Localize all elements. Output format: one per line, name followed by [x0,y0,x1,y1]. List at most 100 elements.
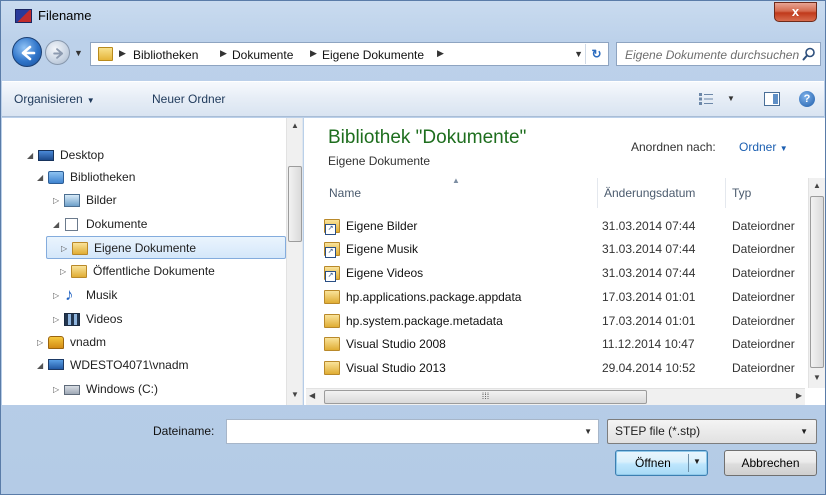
file-name[interactable]: hp.applications.package.appdata [346,285,521,309]
breadcrumb-bibliotheken[interactable]: Bibliotheken [133,48,198,62]
breadcrumb-separator-icon[interactable]: ▶ [310,48,317,59]
search-placeholder[interactable]: Eigene Dokumente durchsuchen [625,48,799,62]
file-row[interactable]: Eigene Videos 31.03.2014 07:44 Dateiordn… [322,261,822,285]
recent-pages-dropdown[interactable]: ▼ [74,48,83,58]
forward-button[interactable] [45,40,70,65]
address-dropdown-icon[interactable]: ▼ [574,49,583,59]
tree-label[interactable]: Öffentliche Dokumente [93,260,215,283]
tree-item-bibliotheken[interactable]: ◢ Bibliotheken [37,166,287,189]
file-name[interactable]: Visual Studio 2008 [346,332,446,356]
tree-item-musik[interactable]: ▷ Musik [53,283,287,307]
tree-label[interactable]: Videos [86,308,122,331]
arrange-by-dropdown[interactable]: Ordner ▼ [739,140,788,154]
view-options-dropdown-icon[interactable]: ▼ [727,94,735,103]
tree-label[interactable]: Bilder [86,189,117,212]
chevron-down-icon[interactable]: ▼ [780,144,788,153]
file-row[interactable]: Eigene Musik 31.03.2014 07:44 Dateiordne… [322,237,822,261]
scroll-left-icon[interactable]: ◀ [309,391,315,400]
file-list-scrollbar[interactable]: ▲ ▼ [808,178,825,388]
file-name[interactable]: Eigene Bilder [346,214,417,238]
file-name[interactable]: hp.system.package.metadata [346,309,503,333]
tree-label[interactable]: WDESTO4071\vnadm [70,354,189,377]
file-name[interactable]: Eigene Videos [346,261,423,285]
tree-label[interactable]: Musik [86,284,117,307]
open-button[interactable]: Öffnen ▼ [615,450,708,476]
breadcrumb-separator-icon[interactable]: ▶ [220,48,227,59]
search-box[interactable]: Eigene Dokumente durchsuchen [616,42,821,66]
new-folder-button[interactable]: Neuer Ordner [152,92,225,106]
arrange-by-value[interactable]: Ordner [739,140,776,154]
column-header-date[interactable]: Änderungsdatum [598,178,726,208]
file-row[interactable]: hp.applications.package.appdata 17.03.20… [322,285,822,309]
tree-item-videos[interactable]: ▷ Videos [53,308,287,331]
scroll-up-icon[interactable]: ▲ [287,121,302,130]
scroll-down-icon[interactable]: ▼ [287,390,302,399]
organize-label[interactable]: Organisieren [14,92,83,106]
scroll-up-icon[interactable]: ▲ [809,181,825,190]
tree-item-bilder[interactable]: ▷ Bilder [53,189,287,212]
file-list-pane[interactable]: Bibliothek "Dokumente" Eigene Dokumente … [304,118,825,405]
breadcrumb-separator-icon[interactable]: ▶ [437,48,444,59]
collapsed-arrow-icon[interactable]: ▷ [53,189,59,212]
tree-item-computer[interactable]: ◢ WDESTO4071\vnadm [37,354,287,377]
title-bar[interactable]: Filename x [1,1,825,31]
chevron-down-icon[interactable]: ▼ [693,457,701,466]
tree-item-vnadm[interactable]: ▷ vnadm [37,331,287,354]
collapsed-arrow-icon[interactable]: ▷ [37,331,43,354]
filetype-value[interactable]: STEP file (*.stp) [615,424,700,438]
tree-item-dokumente[interactable]: ◢ Dokumente [53,213,287,236]
navigation-pane[interactable]: ◢ Desktop ◢ Bibliotheken ▷ Bilder ◢ Doku… [2,118,303,405]
tree-label[interactable]: Eigene Dokumente [94,237,196,260]
horizontal-scrollbar[interactable]: ◀ ⁞⁞⁞ ▶ [306,388,805,405]
collapsed-arrow-icon[interactable]: ▷ [53,378,59,401]
scroll-down-icon[interactable]: ▼ [809,373,825,382]
file-name[interactable]: Eigene Musik [346,237,418,261]
file-row[interactable]: hp.system.package.metadata 17.03.2014 01… [322,309,822,333]
back-button[interactable] [12,37,42,67]
view-options-icon[interactable] [699,93,713,105]
cancel-button[interactable]: Abbrechen [724,450,817,476]
help-icon[interactable]: ? [799,91,815,107]
file-row[interactable]: Eigene Bilder 31.03.2014 07:44 Dateiordn… [322,214,822,238]
file-name[interactable]: Visual Studio 2013 [346,356,446,380]
refresh-icon[interactable]: ↻ [585,44,607,64]
tree-item-desktop[interactable]: ◢ Desktop [27,144,287,167]
column-header-name[interactable]: Name [323,178,598,208]
expanded-arrow-icon[interactable]: ◢ [37,354,43,377]
address-bar[interactable]: ▶ Bibliotheken ▶ Dokumente ▶ Eigene Doku… [90,42,609,66]
chevron-down-icon[interactable]: ▼ [800,420,808,443]
breadcrumb-separator-icon[interactable]: ▶ [119,48,126,59]
scrollbar-thumb[interactable] [810,196,824,368]
scrollbar-thumb[interactable]: ⁞⁞⁞ [324,390,647,404]
expanded-arrow-icon[interactable]: ◢ [37,166,43,189]
scrollbar-thumb[interactable] [288,166,302,242]
tree-label[interactable]: Desktop [60,144,104,167]
tree-item-eigene-dokumente[interactable]: ▷ Eigene Dokumente [46,236,286,259]
collapsed-arrow-icon[interactable]: ▷ [53,308,59,331]
preview-pane-icon[interactable] [764,92,780,106]
filename-input[interactable]: ▼ [226,419,599,444]
breadcrumb-eigene-dokumente[interactable]: Eigene Dokumente [322,48,424,62]
tree-label[interactable]: vnadm [70,331,106,354]
open-label[interactable]: Öffnen [635,456,671,470]
organize-menu[interactable]: Organisieren ▼ [14,92,95,106]
tree-label[interactable]: Windows (C:) [86,378,158,401]
expanded-arrow-icon[interactable]: ◢ [53,213,59,236]
tree-item-oeffentliche-dokumente[interactable]: ▷ Öffentliche Dokumente [60,260,287,283]
tree-label[interactable]: Dokumente [86,213,147,236]
collapsed-arrow-icon[interactable]: ▷ [53,284,59,307]
column-header-type[interactable]: Typ [726,178,808,208]
tree-item-windows-c[interactable]: ▷ Windows (C:) [53,378,287,401]
file-row[interactable]: Visual Studio 2013 29.04.2014 10:52 Date… [322,356,822,380]
file-row[interactable]: Visual Studio 2008 11.12.2014 10:47 Date… [322,332,822,356]
search-icon[interactable] [802,47,816,61]
collapsed-arrow-icon[interactable]: ▷ [60,260,66,283]
scroll-right-icon[interactable]: ▶ [796,391,802,400]
close-button[interactable]: x [774,2,817,22]
breadcrumb-dokumente[interactable]: Dokumente [232,48,293,62]
collapsed-arrow-icon[interactable]: ▷ [61,237,67,260]
nav-scrollbar[interactable]: ▲ ▼ [286,118,302,405]
chevron-down-icon[interactable]: ▼ [584,427,592,436]
chevron-down-icon[interactable]: ▼ [87,96,95,105]
tree-label[interactable]: Bibliotheken [70,166,135,189]
